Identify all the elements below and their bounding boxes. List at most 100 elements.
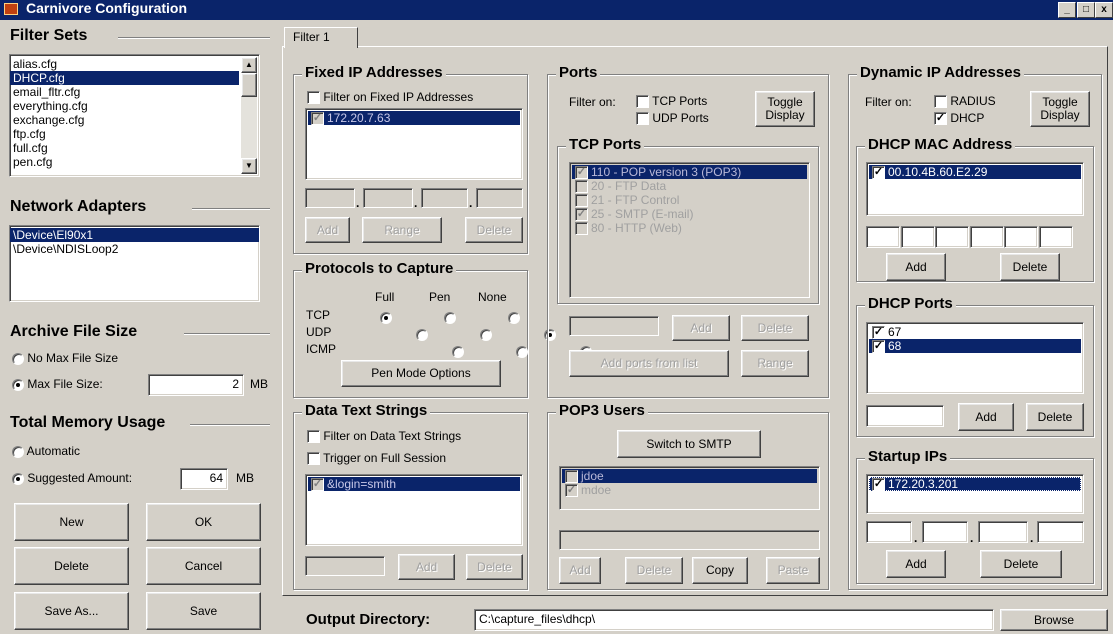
network-adapter-item[interactable]: \Device\NDISLoop2	[10, 242, 259, 256]
dhcp-port-item[interactable]: 68	[869, 339, 1081, 354]
tcp-ports-checkbox[interactable]: TCP Ports	[636, 94, 707, 109]
new-button[interactable]: New	[14, 503, 129, 541]
radio-icmp-full[interactable]	[452, 345, 464, 358]
scroll-up-icon[interactable]: ▲	[241, 57, 257, 73]
max-file-size-radio[interactable]: Max File Size:	[12, 377, 103, 391]
filter-sets-scrollbar[interactable]: ▲ ▼	[241, 57, 257, 174]
max-file-size-input[interactable]: 2	[148, 374, 244, 396]
dhcp-port-checkbox[interactable]	[872, 326, 885, 340]
ports-toggle-display-button[interactable]: Toggle Display	[755, 91, 815, 127]
filter-set-item[interactable]: pen.cfg	[10, 155, 239, 169]
pop3-users-list[interactable]: jdoemdoe	[559, 466, 820, 510]
dhcp-mac-list[interactable]: 00.10.4B.60.E2.29	[866, 162, 1084, 216]
filter-set-item[interactable]: email_fltr.cfg	[10, 85, 239, 99]
mac-octet-1[interactable]	[866, 226, 900, 248]
radius-checkbox[interactable]: RADIUS	[934, 94, 996, 109]
tcp-add-button[interactable]: Add	[672, 315, 730, 341]
dhcp-port-checkbox[interactable]	[872, 340, 885, 354]
pop3-user-checkbox[interactable]	[565, 484, 578, 498]
delete-button[interactable]: Delete	[14, 547, 129, 585]
radio-icmp-pen[interactable]	[516, 345, 528, 358]
switch-to-smtp-button[interactable]: Switch to SMTP	[617, 430, 761, 458]
tcp-ports-list[interactable]: 110 - POP version 3 (POP3)20 - FTP Data2…	[569, 162, 810, 298]
tcp-port-checkbox[interactable]	[575, 208, 588, 222]
mac-octet-6[interactable]	[1038, 226, 1073, 248]
tcp-port-item[interactable]: 21 - FTP Control	[572, 193, 807, 208]
filter-set-item[interactable]: full.cfg	[10, 141, 239, 155]
network-adapter-item[interactable]: \Device\El90x1	[10, 228, 259, 242]
suggested-amount-radio[interactable]: Suggested Amount:	[12, 471, 132, 485]
tcp-port-checkbox[interactable]	[575, 194, 588, 208]
data-text-add-button[interactable]: Add	[398, 554, 455, 580]
trigger-full-session-checkbox[interactable]: Trigger on Full Session	[307, 451, 446, 466]
radio-udp-full[interactable]	[416, 328, 428, 341]
filter-fixed-ip-checkbox[interactable]: Filter on Fixed IP Addresses	[307, 90, 473, 105]
mac-octet-5[interactable]	[1004, 226, 1038, 248]
data-text-list[interactable]: &login=smith	[305, 474, 523, 546]
ok-button[interactable]: OK	[146, 503, 261, 541]
startup-ips-list[interactable]: 172.20.3.201	[866, 474, 1084, 514]
tcp-port-checkbox[interactable]	[575, 166, 588, 180]
dhcp-port-input[interactable]	[866, 405, 944, 427]
pop3-user-item[interactable]: jdoe	[562, 469, 817, 484]
scroll-down-icon[interactable]: ▼	[241, 158, 257, 174]
fixed-ip-list[interactable]: 172.20.7.63	[305, 108, 523, 180]
pop3-user-checkbox[interactable]	[565, 470, 578, 484]
fixed-ip-item[interactable]: 172.20.7.63	[308, 111, 520, 126]
suggested-amount-input[interactable]: 64	[180, 468, 228, 490]
output-directory-input[interactable]: C:\capture_files\dhcp\	[474, 609, 994, 631]
dhcp-ports-add-button[interactable]: Add	[958, 403, 1014, 431]
automatic-radio[interactable]: Automatic	[12, 444, 80, 458]
radio-udp-pen[interactable]	[480, 328, 492, 341]
pop3-add-button[interactable]: Add	[559, 557, 601, 584]
tcp-port-checkbox[interactable]	[575, 180, 588, 194]
fixed-ip-add-button[interactable]: Add	[305, 217, 350, 243]
tcp-port-item[interactable]: 80 - HTTP (Web)	[572, 221, 807, 236]
mac-octet-3[interactable]	[935, 226, 969, 248]
dhcp-port-item[interactable]: 67	[869, 325, 1081, 340]
radio-tcp-pen[interactable]	[444, 311, 456, 324]
pop3-copy-button[interactable]: Copy	[692, 557, 748, 584]
no-max-file-size-radio[interactable]: No Max File Size	[12, 351, 118, 365]
save-button[interactable]: Save	[146, 592, 261, 630]
radio-tcp-none[interactable]	[508, 311, 520, 324]
startup-delete-button[interactable]: Delete	[980, 550, 1062, 578]
tcp-port-item[interactable]: 110 - POP version 3 (POP3)	[572, 165, 807, 180]
filter-set-item[interactable]: everything.cfg	[10, 99, 239, 113]
dhcp-ports-list[interactable]: 6768	[866, 322, 1084, 394]
startup-ip-octet-1[interactable]	[866, 521, 912, 543]
network-adapters-list[interactable]: \Device\El90x1 \Device\NDISLoop2	[9, 225, 260, 302]
data-text-item[interactable]: &login=smith	[308, 477, 520, 492]
startup-ip-item[interactable]: 172.20.3.201	[869, 477, 1081, 492]
dhcp-ports-delete-button[interactable]: Delete	[1026, 403, 1084, 431]
startup-add-button[interactable]: Add	[886, 550, 946, 578]
filter-set-item[interactable]: exchange.cfg	[10, 113, 239, 127]
tcp-delete-button[interactable]: Delete	[741, 315, 809, 341]
tcp-port-checkbox[interactable]	[575, 222, 588, 236]
close-button[interactable]: x	[1095, 2, 1113, 18]
pop3-user-item[interactable]: mdoe	[562, 483, 817, 498]
dynamic-toggle-display-button[interactable]: Toggle Display	[1030, 91, 1090, 127]
startup-ip-octet-4[interactable]	[1037, 521, 1084, 543]
pen-mode-options-button[interactable]: Pen Mode Options	[341, 360, 501, 387]
filter-set-item[interactable]: ftp.cfg	[10, 127, 239, 141]
filter-set-item[interactable]: DHCP.cfg	[10, 71, 239, 85]
fixed-ip-delete-button[interactable]: Delete	[465, 217, 523, 243]
mac-octet-2[interactable]	[900, 226, 935, 248]
filter-sets-list[interactable]: alias.cfg DHCP.cfg email_fltr.cfg everythin…	[9, 54, 260, 177]
tcp-port-item[interactable]: 25 - SMTP (E-mail)	[572, 207, 807, 222]
pop3-paste-button[interactable]: Paste	[766, 557, 820, 584]
filter-set-item[interactable]: alias.cfg	[10, 57, 239, 71]
radio-tcp-full[interactable]	[380, 311, 392, 324]
cancel-button[interactable]: Cancel	[146, 547, 261, 585]
startup-ip-octet-2[interactable]	[922, 521, 968, 543]
scroll-thumb[interactable]	[241, 73, 257, 97]
save-as-button[interactable]: Save As...	[14, 592, 129, 630]
dhcp-mac-delete-button[interactable]: Delete	[1000, 253, 1060, 281]
minimize-button[interactable]: _	[1058, 2, 1076, 18]
dhcp-mac-item[interactable]: 00.10.4B.60.E2.29	[869, 165, 1081, 180]
dhcp-checkbox[interactable]: DHCP	[934, 111, 984, 126]
browse-button[interactable]: Browse	[1000, 609, 1108, 631]
fixed-ip-range-button[interactable]: Range	[362, 217, 442, 243]
mac-octet-4[interactable]	[969, 226, 1004, 248]
